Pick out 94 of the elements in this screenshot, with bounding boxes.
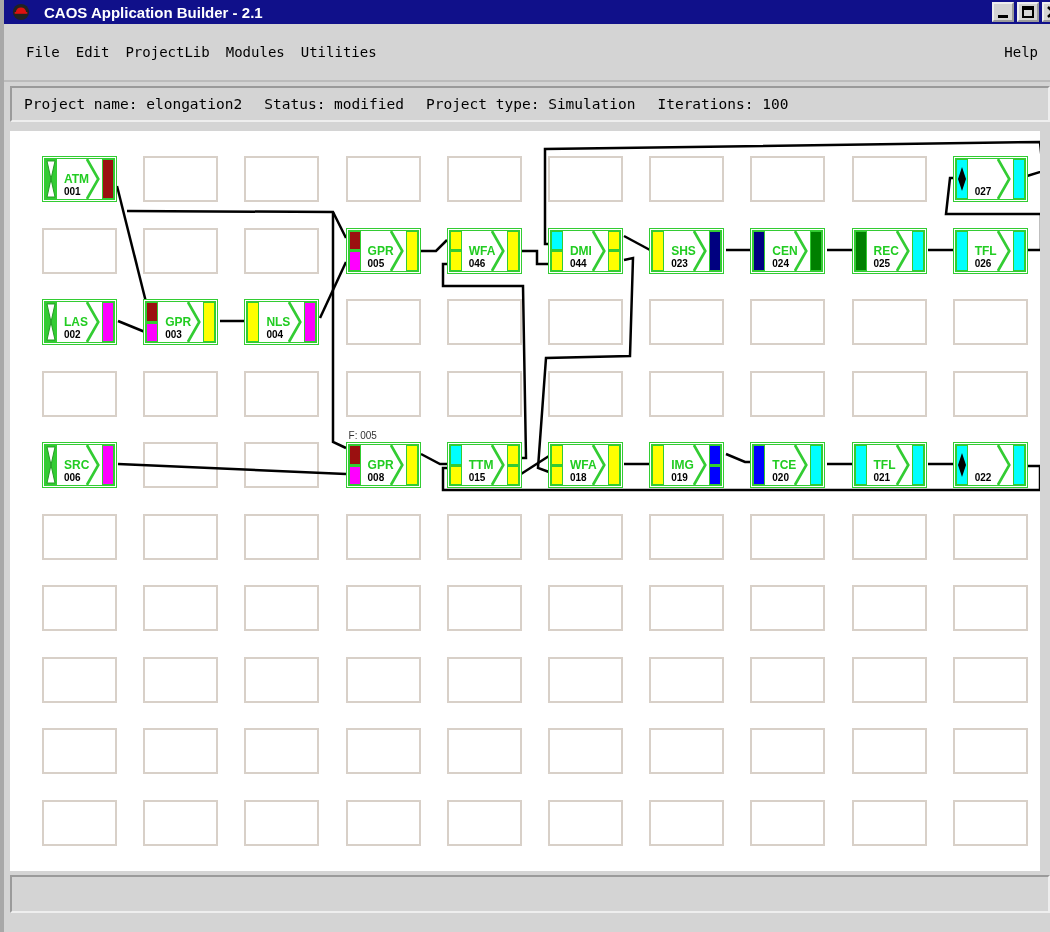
module-name: SHS (671, 243, 697, 258)
hourglass-icon (46, 160, 56, 198)
module-number: 004 (266, 329, 285, 341)
chevron-icon (693, 445, 708, 485)
module-name: REC (873, 243, 900, 258)
module-number: 015 (468, 472, 487, 484)
module-name: WFA (569, 458, 598, 472)
module-block[interactable]: DMI 044 (547, 227, 623, 274)
module-name: GPR (165, 315, 193, 329)
app-logo-icon (12, 3, 30, 21)
empty-slot[interactable] (244, 442, 320, 488)
menu-item[interactable]: Help (1004, 44, 1038, 60)
module-name: SRC (64, 458, 91, 472)
module-flag-label: F: 005 (348, 430, 377, 441)
module-block[interactable]: REC 025 (851, 227, 927, 274)
window-title: CAOS Application Builder - 2.1 (44, 3, 264, 21)
connector-line (220, 319, 245, 323)
menu-item[interactable]: Utilities (300, 44, 377, 60)
chevron-icon (288, 302, 303, 342)
module-name: TFL (974, 243, 998, 258)
module-block[interactable]: 022 (952, 442, 1028, 488)
minimize-icon (998, 15, 1008, 18)
module-block[interactable]: ATM 001 (42, 156, 117, 202)
menu-item[interactable]: ProjectLib (125, 44, 210, 60)
connector-line (726, 248, 751, 252)
menu-item[interactable]: Modules (225, 44, 285, 60)
minimize-button[interactable] (992, 2, 1014, 22)
module-number: 024 (772, 257, 790, 270)
module-number: 006 (64, 472, 82, 484)
connector-line (421, 239, 448, 253)
module-number: 022 (974, 472, 993, 484)
module-number: 023 (671, 257, 689, 270)
menu-item[interactable]: File (26, 44, 60, 60)
module-number: 021 (873, 472, 892, 484)
chevron-icon (996, 445, 1011, 485)
module-name: LAS (64, 315, 89, 329)
chevron-icon (591, 230, 606, 271)
chevron-icon (996, 230, 1011, 271)
module-block[interactable]: 027 (952, 156, 1028, 202)
module-number: 025 (873, 257, 892, 270)
module-name: ATM (64, 172, 91, 186)
module-number: 019 (671, 472, 689, 484)
connector-line (827, 248, 852, 252)
module-block[interactable]: SRC 006 (42, 442, 117, 488)
module-block[interactable]: GPR 005 (345, 227, 421, 274)
module-number: 003 (165, 329, 183, 341)
chevron-icon (794, 445, 809, 485)
module-block[interactable]: LAS 002 (42, 299, 117, 345)
module-name: NLS (266, 315, 292, 329)
module-number: 008 (367, 472, 386, 484)
module-block[interactable]: TCE 020 (750, 442, 826, 488)
module-name: TFL (873, 458, 897, 472)
module-name: TCE (772, 458, 798, 472)
command-input-field[interactable] (10, 875, 1050, 913)
module-block[interactable]: IMG 019 (649, 442, 725, 488)
module-block[interactable]: GPR 003 (143, 299, 219, 345)
module-number: 046 (468, 257, 487, 270)
module-name: DMI (569, 243, 593, 258)
module-block[interactable]: SHS 023 (649, 227, 725, 274)
project-info-text: Status: modified (264, 96, 404, 112)
module-name: WFA (468, 243, 497, 258)
module-name: GPR (367, 458, 395, 472)
chevron-icon (86, 302, 100, 342)
chevron-icon (895, 445, 910, 485)
module-block[interactable]: WFA 046 (446, 227, 522, 274)
project-info-text: Project type: Simulation (425, 96, 636, 112)
module-block[interactable]: WFA 018 (547, 442, 623, 488)
project-info-text: Iterations: 100 (657, 96, 789, 112)
module-name: CEN (772, 243, 799, 258)
module-number: 018 (569, 472, 588, 484)
module-block[interactable]: CEN 024 (750, 227, 826, 274)
hourglass-icon (46, 303, 56, 341)
module-number: 005 (367, 257, 386, 270)
module-block[interactable]: NLS 004 (244, 299, 320, 345)
maximize-icon (1021, 5, 1035, 19)
project-info-text: Project name: elongation2 (24, 96, 243, 112)
module-block[interactable]: TFL 021 (851, 442, 927, 488)
module-number: 002 (64, 329, 82, 341)
module-number: 027 (974, 186, 993, 198)
empty-slot[interactable] (143, 442, 219, 488)
chevron-icon (996, 159, 1011, 199)
connector-line (117, 319, 146, 334)
module-name: GPR (367, 243, 395, 258)
module-number: 020 (772, 472, 790, 484)
module-name: IMG (671, 458, 695, 472)
module-number: 001 (64, 186, 82, 198)
hourglass-icon (46, 446, 56, 484)
module-name: TTM (468, 458, 495, 472)
menu-item[interactable]: Edit (75, 44, 110, 60)
maximize-button[interactable] (1017, 2, 1039, 22)
module-block[interactable]: TTM 015 (446, 442, 522, 488)
module-number: 026 (974, 257, 993, 270)
module-number: 044 (569, 257, 588, 270)
module-block[interactable]: TFL 026 (952, 227, 1028, 274)
